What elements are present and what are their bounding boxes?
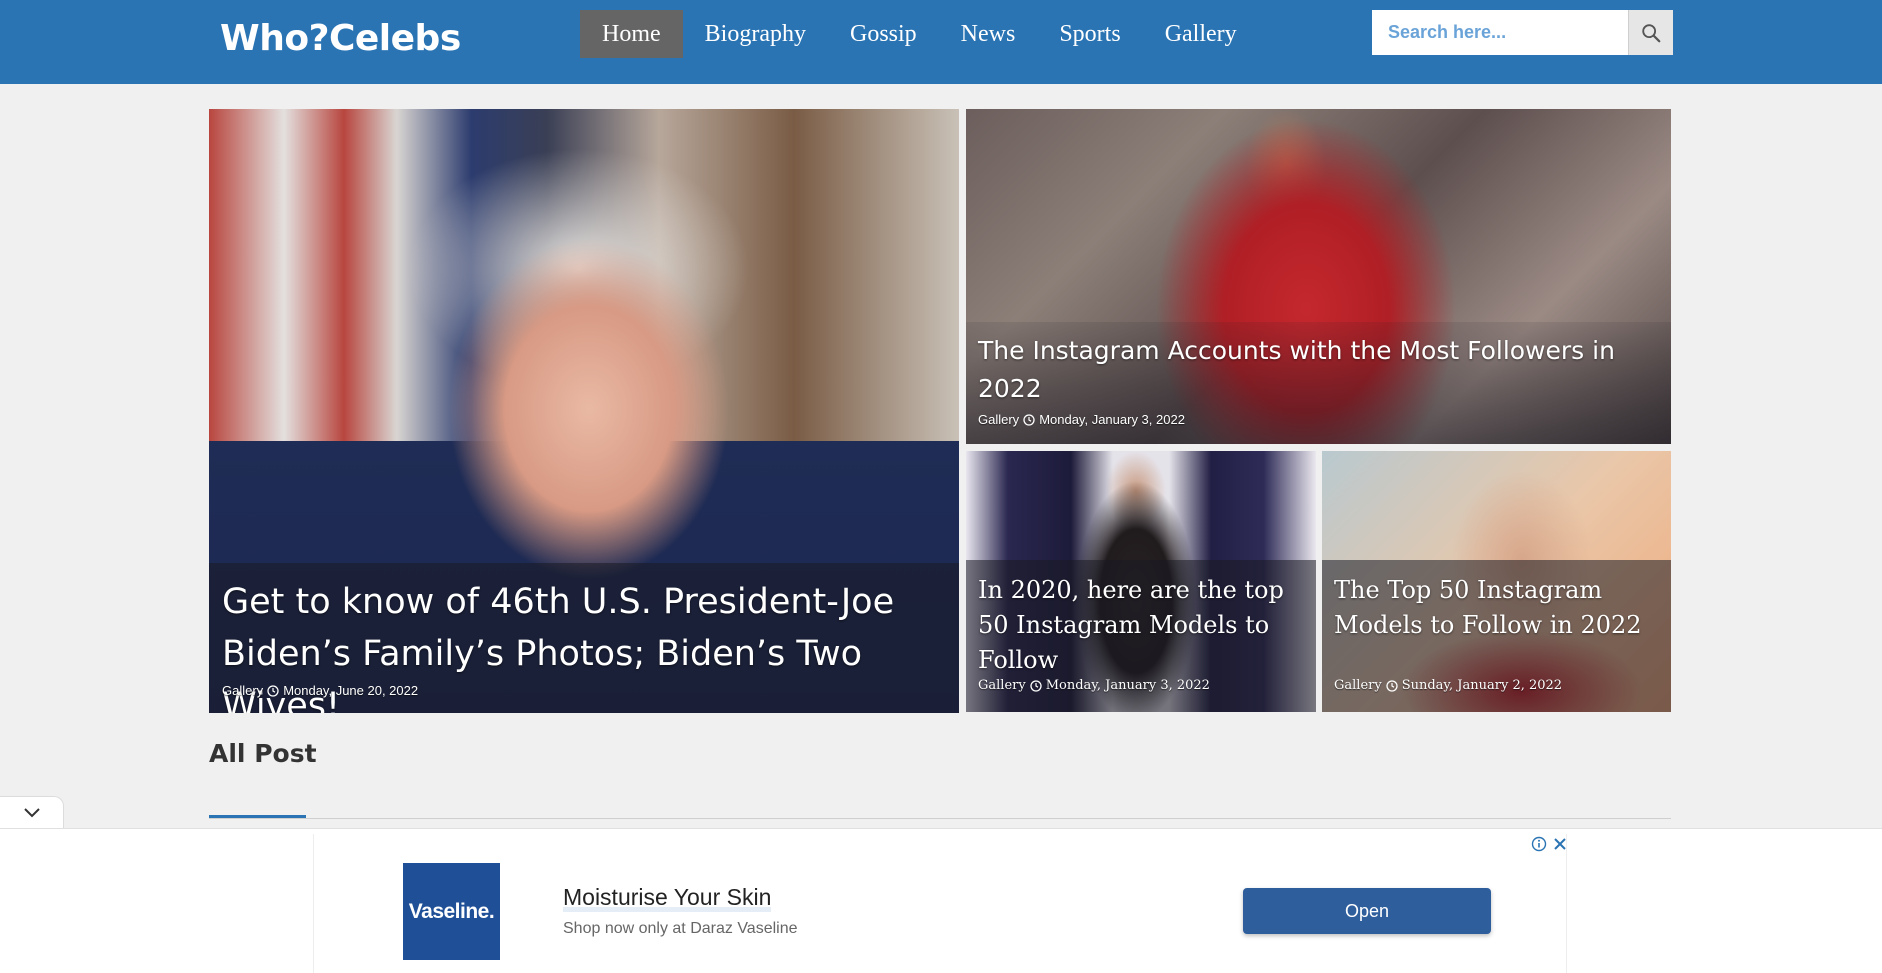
ad-controls <box>1531 836 1567 852</box>
ad-brand-logo[interactable]: Vaseline. <box>403 863 500 960</box>
featured-meta: Gallery Sunday, January 2, 2022 <box>1334 678 1562 693</box>
ad-collapse-toggle[interactable] <box>0 796 64 828</box>
post-date: Monday, June 20, 2022 <box>283 683 419 698</box>
post-category[interactable]: Gallery <box>978 678 1026 693</box>
search-button[interactable] <box>1628 10 1673 55</box>
info-icon[interactable] <box>1531 836 1547 852</box>
post-category[interactable]: Gallery <box>1334 678 1382 693</box>
featured-card-bottom-right[interactable]: The Top 50 Instagram Models to Follow in… <box>1322 451 1671 712</box>
featured-card-bottom-left[interactable]: In 2020, here are the top 50 Instagram M… <box>966 451 1316 712</box>
featured-card-main[interactable]: Get to know of 46th U.S. President-Joe B… <box>209 109 959 713</box>
search-box <box>1372 10 1673 55</box>
clock-icon <box>1030 679 1042 692</box>
clock-icon <box>1023 413 1035 426</box>
search-icon <box>1642 23 1661 42</box>
close-icon[interactable] <box>1553 837 1567 851</box>
nav-item-news[interactable]: News <box>939 10 1038 58</box>
post-category[interactable]: Gallery <box>222 683 263 698</box>
search-input[interactable] <box>1372 10 1628 55</box>
ad-content[interactable]: Vaseline. Moisturise Your Skin Shop now … <box>313 834 1567 973</box>
featured-title[interactable]: In 2020, here are the top 50 Instagram M… <box>978 573 1310 678</box>
featured-meta: Gallery Monday, January 3, 2022 <box>978 412 1185 427</box>
nav-item-gossip[interactable]: Gossip <box>828 10 939 58</box>
section-title-all-post: All Post <box>209 739 317 768</box>
nav-item-gallery[interactable]: Gallery <box>1143 10 1259 58</box>
main-nav: Home Biography Gossip News Sports Galler… <box>580 10 1259 58</box>
clock-icon <box>1386 679 1398 692</box>
post-date: Monday, January 3, 2022 <box>1039 412 1185 427</box>
post-date: Sunday, January 2, 2022 <box>1401 678 1563 693</box>
featured-card-top-right[interactable]: The Instagram Accounts with the Most Fol… <box>966 109 1671 444</box>
featured-title[interactable]: The Top 50 Instagram Models to Follow in… <box>1334 573 1664 643</box>
chevron-down-icon <box>23 807 40 817</box>
site-header: Who?Celebs Home Biography Gossip News Sp… <box>0 0 1882 84</box>
featured-title[interactable]: The Instagram Accounts with the Most Fol… <box>978 332 1618 408</box>
site-logo[interactable]: Who?Celebs <box>220 18 461 59</box>
nav-item-biography[interactable]: Biography <box>683 10 828 58</box>
ad-headline[interactable]: Moisturise Your Skin <box>563 884 772 912</box>
featured-meta: Gallery Monday, January 3, 2022 <box>978 678 1210 693</box>
post-date: Monday, January 3, 2022 <box>1045 678 1210 693</box>
post-category[interactable]: Gallery <box>978 412 1019 427</box>
ad-subline: Shop now only at Daraz Vaseline <box>563 920 798 937</box>
section-title-underline <box>209 815 306 818</box>
section-divider <box>209 818 1671 819</box>
ad-open-button[interactable]: Open <box>1243 888 1491 934</box>
clock-icon <box>267 684 279 697</box>
featured-meta: Gallery Monday, June 20, 2022 <box>222 683 418 698</box>
nav-item-home[interactable]: Home <box>580 10 683 58</box>
nav-item-sports[interactable]: Sports <box>1037 10 1142 58</box>
ad-banner: Vaseline. Moisturise Your Skin Shop now … <box>0 828 1882 973</box>
